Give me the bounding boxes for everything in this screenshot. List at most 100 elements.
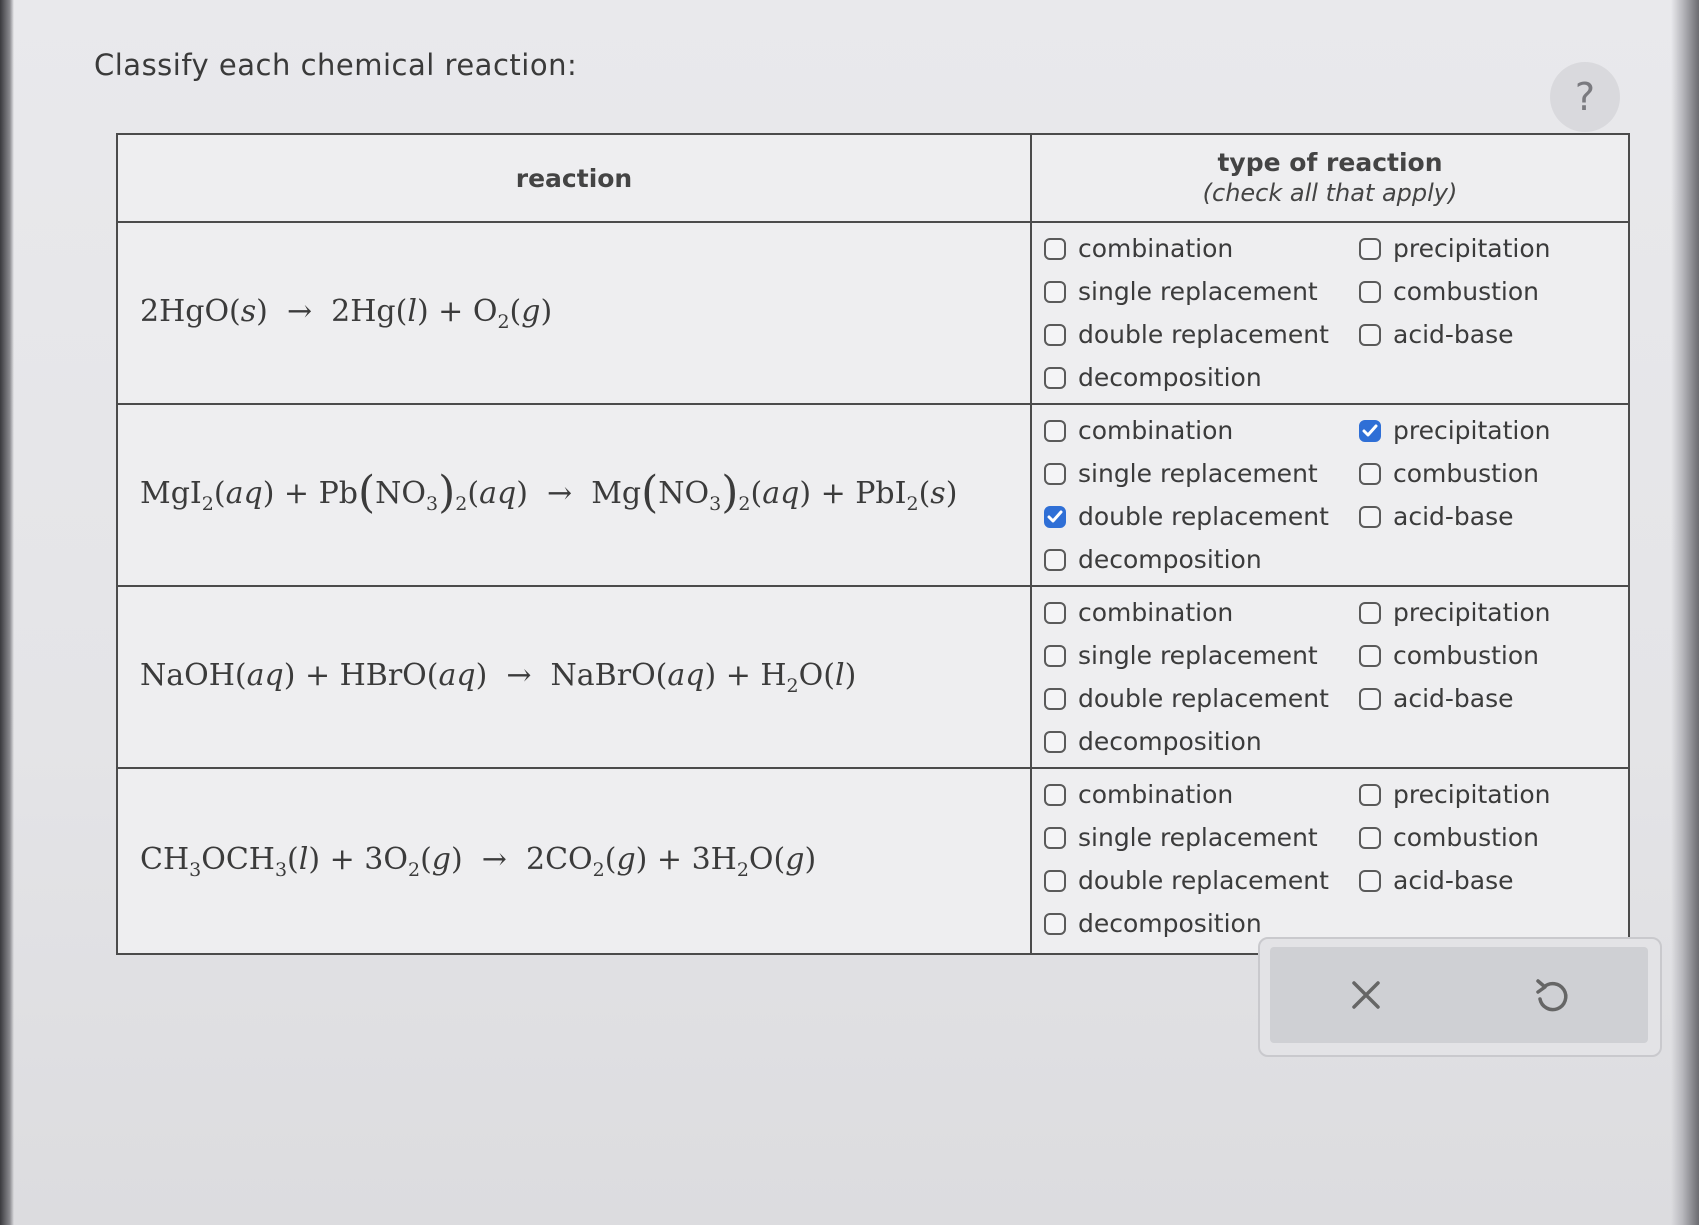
checkbox[interactable] [1044, 687, 1066, 710]
option-label: decomposition [1078, 727, 1262, 756]
option-combustion[interactable]: combustion [1359, 634, 1589, 677]
option-label: decomposition [1078, 363, 1262, 392]
type-header-note: (check all that apply) [1202, 179, 1458, 207]
option-decomposition[interactable]: decomposition [1044, 538, 1359, 581]
option-decomposition[interactable]: decomposition [1044, 720, 1359, 763]
checkbox[interactable] [1044, 601, 1066, 624]
screen-bezel-right [1671, 0, 1699, 1225]
option-acid-base[interactable]: acid-base [1359, 495, 1589, 538]
option-label: single replacement [1078, 277, 1318, 306]
option-combustion[interactable]: combustion [1359, 452, 1589, 495]
reaction-type-options-3: combination precipitation single replaceme… [1030, 585, 1630, 769]
option-label: combination [1078, 598, 1234, 627]
checkbox[interactable] [1359, 783, 1381, 806]
checkbox[interactable] [1044, 280, 1066, 303]
close-icon [1352, 981, 1380, 1009]
clear-button[interactable] [1336, 965, 1396, 1025]
checkbox[interactable] [1044, 826, 1066, 849]
reaction-row: 2HgO(s) → 2Hg(l) + O2(g) combination prec… [116, 221, 1630, 405]
checkbox[interactable] [1359, 323, 1381, 346]
checkbox[interactable] [1044, 869, 1066, 892]
option-decomposition[interactable]: decomposition [1044, 356, 1359, 399]
option-single-replacement[interactable]: single replacement [1044, 816, 1359, 859]
option-precipitation[interactable]: precipitation [1359, 773, 1589, 816]
option-combustion[interactable]: combustion [1359, 816, 1589, 859]
checkbox[interactable] [1044, 323, 1066, 346]
option-label: acid-base [1393, 320, 1514, 349]
checkbox[interactable] [1359, 687, 1381, 710]
reaction-equation-3: NaOH(aq) + HBrO(aq) → NaBrO(aq) + H2O(l) [116, 585, 1032, 769]
checkbox[interactable] [1044, 730, 1066, 753]
option-double-replacement[interactable]: double replacement [1044, 677, 1359, 720]
reaction-table: reaction type of reaction (check all tha… [116, 133, 1630, 955]
option-combustion[interactable]: combustion [1359, 270, 1589, 313]
checkbox[interactable] [1359, 280, 1381, 303]
option-single-replacement[interactable]: single replacement [1044, 270, 1359, 313]
checkbox-checked[interactable] [1359, 419, 1381, 442]
option-label: single replacement [1078, 823, 1318, 852]
undo-button[interactable] [1522, 965, 1582, 1025]
reaction-type-options-2: combination precipitation single replaceme… [1030, 403, 1630, 587]
option-label: combination [1078, 416, 1234, 445]
option-label: acid-base [1393, 684, 1514, 713]
option-label: double replacement [1078, 684, 1329, 713]
checkbox[interactable] [1044, 644, 1066, 667]
option-double-replacement[interactable]: double replacement [1044, 495, 1359, 538]
checkbox[interactable] [1359, 601, 1381, 624]
reaction-type-options-4: combination precipitation single replaceme… [1030, 767, 1630, 955]
reaction-equation-2: MgI2(aq) + Pb(NO3)2(aq) → Mg(NO3)2(aq) +… [116, 403, 1032, 587]
checkbox[interactable] [1044, 366, 1066, 389]
option-label: single replacement [1078, 641, 1318, 670]
checkbox[interactable] [1044, 783, 1066, 806]
reaction-equation-4: CH3OCH3(l) + 3O2(g) → 2CO2(g) + 3H2O(g) [116, 767, 1032, 955]
option-label: single replacement [1078, 459, 1318, 488]
option-label: combination [1078, 780, 1234, 809]
option-label: acid-base [1393, 866, 1514, 895]
option-label: combustion [1393, 641, 1540, 670]
action-panel [1258, 937, 1662, 1057]
reaction-type-options-1: combination precipitation single replaceme… [1030, 221, 1630, 405]
checkbox[interactable] [1359, 462, 1381, 485]
option-double-replacement[interactable]: double replacement [1044, 313, 1359, 356]
option-precipitation[interactable]: precipitation [1359, 227, 1589, 270]
checkbox[interactable] [1359, 869, 1381, 892]
option-label: precipitation [1393, 598, 1551, 627]
reaction-row: NaOH(aq) + HBrO(aq) → NaBrO(aq) + H2O(l)… [116, 585, 1630, 769]
checkbox[interactable] [1044, 548, 1066, 571]
option-double-replacement[interactable]: double replacement [1044, 859, 1359, 902]
checkbox[interactable] [1359, 644, 1381, 667]
checkbox[interactable] [1359, 237, 1381, 260]
checkbox[interactable] [1044, 912, 1066, 935]
checkbox[interactable] [1359, 826, 1381, 849]
option-acid-base[interactable]: acid-base [1359, 859, 1589, 902]
checkbox[interactable] [1044, 237, 1066, 260]
option-label: decomposition [1078, 545, 1262, 574]
option-combination[interactable]: combination [1044, 773, 1359, 816]
option-combination[interactable]: combination [1044, 591, 1359, 634]
table-header-row: reaction type of reaction (check all tha… [116, 133, 1630, 223]
option-label: decomposition [1078, 909, 1262, 938]
reaction-row: MgI2(aq) + Pb(NO3)2(aq) → Mg(NO3)2(aq) +… [116, 403, 1630, 587]
option-label: precipitation [1393, 416, 1551, 445]
type-header-title: type of reaction [1217, 148, 1443, 177]
help-button[interactable]: ? [1550, 62, 1620, 132]
checkbox[interactable] [1044, 462, 1066, 485]
option-combination[interactable]: combination [1044, 409, 1359, 452]
option-precipitation[interactable]: precipitation [1359, 591, 1589, 634]
reaction-equation-1: 2HgO(s) → 2Hg(l) + O2(g) [116, 221, 1032, 405]
option-label: double replacement [1078, 502, 1329, 531]
checkbox[interactable] [1044, 419, 1066, 442]
option-combination[interactable]: combination [1044, 227, 1359, 270]
option-single-replacement[interactable]: single replacement [1044, 452, 1359, 495]
checkbox-checked[interactable] [1044, 505, 1066, 528]
option-single-replacement[interactable]: single replacement [1044, 634, 1359, 677]
option-precipitation[interactable]: precipitation [1359, 409, 1589, 452]
option-label: acid-base [1393, 502, 1514, 531]
option-label: precipitation [1393, 234, 1551, 263]
action-bar [1270, 947, 1648, 1043]
checkbox[interactable] [1359, 505, 1381, 528]
undo-icon [1536, 979, 1568, 1012]
reaction-row: CH3OCH3(l) + 3O2(g) → 2CO2(g) + 3H2O(g) … [116, 767, 1630, 955]
option-acid-base[interactable]: acid-base [1359, 313, 1589, 356]
option-acid-base[interactable]: acid-base [1359, 677, 1589, 720]
